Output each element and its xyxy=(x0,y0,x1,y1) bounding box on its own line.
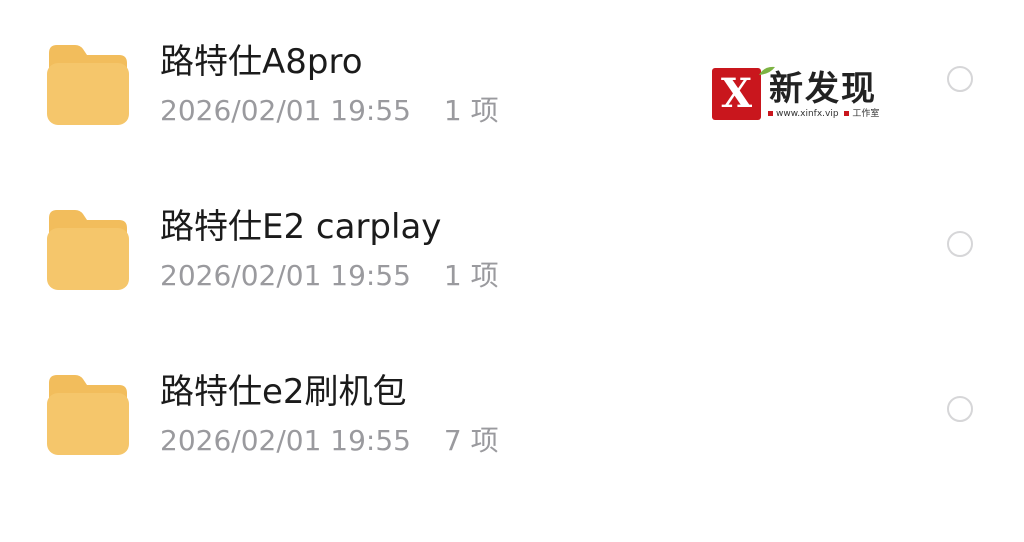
item-count: 7 项 xyxy=(443,424,499,457)
folder-name: 路特仕A8pro xyxy=(160,42,363,82)
folder-meta: 2026/02/01 19:55 1 项 xyxy=(160,93,499,129)
folder-icon xyxy=(45,43,129,126)
watermark-subline: www.xinfx.vip 工作室 xyxy=(768,108,879,120)
item-count: 1 项 xyxy=(443,94,499,127)
folder-meta: 2026/02/01 19:55 1 项 xyxy=(160,258,499,294)
folder-meta: 2026/02/01 19:55 7 项 xyxy=(160,423,499,459)
watermark-title: 新发现 xyxy=(769,69,877,109)
item-count: 1 项 xyxy=(443,259,499,292)
modified-date: 2026/02/01 19:55 xyxy=(160,424,411,457)
folder-name: 路特仕e2刷机包 xyxy=(160,372,407,412)
watermark-logo: X 新发现 www.xinfx.vip 工作室 xyxy=(712,66,897,122)
folder-name: 路特仕E2 carplay xyxy=(160,207,442,247)
list-item-folder[interactable]: 路特仕E2 carplay 2026/02/01 19:55 1 项 xyxy=(0,175,1024,325)
modified-date: 2026/02/01 19:55 xyxy=(160,259,411,292)
folder-icon xyxy=(45,373,129,456)
modified-date: 2026/02/01 19:55 xyxy=(160,94,411,127)
watermark-tagline: 工作室 xyxy=(852,109,880,119)
select-radio-button[interactable] xyxy=(947,231,973,257)
list-item-folder[interactable]: 路特仕e2刷机包 2026/02/01 19:55 7 项 xyxy=(0,340,1024,490)
select-radio-button[interactable] xyxy=(947,396,973,422)
watermark-badge: X xyxy=(712,68,761,120)
bullet-icon xyxy=(768,111,773,116)
folder-icon xyxy=(45,208,129,291)
select-radio-button[interactable] xyxy=(947,66,973,92)
watermark-mark: X xyxy=(720,70,753,117)
bullet-icon xyxy=(844,111,850,116)
watermark-url: www.xinfx.vip xyxy=(776,109,839,119)
